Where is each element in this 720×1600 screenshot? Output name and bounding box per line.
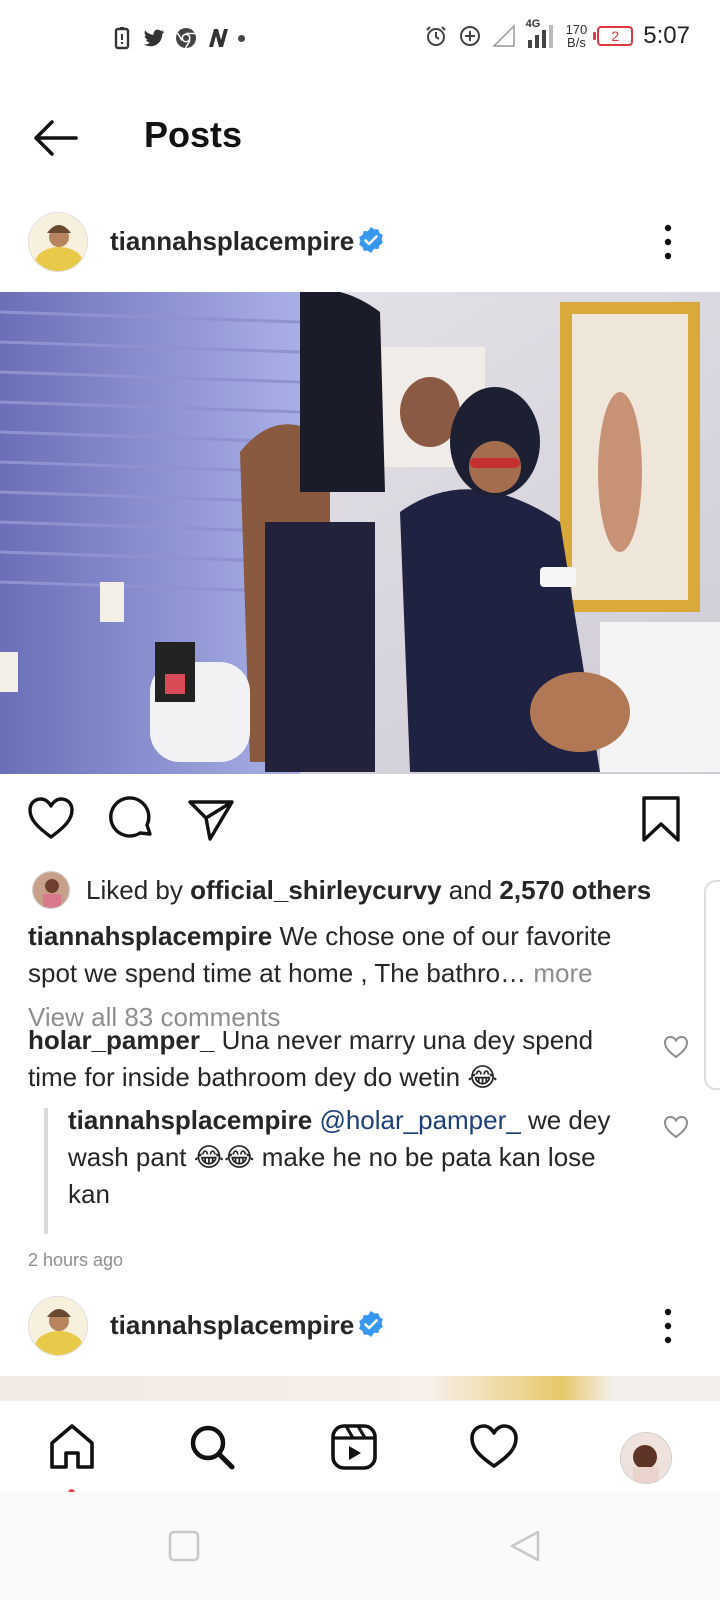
chrome-icon: [176, 28, 196, 49]
post-photo[interactable]: [0, 292, 720, 774]
avatar-image: [29, 1297, 87, 1355]
profile-avatar[interactable]: [620, 1432, 672, 1484]
save-bookmark-icon[interactable]: [636, 794, 686, 844]
net-speed: 170 B/s: [566, 23, 588, 49]
liked-by-and: and: [448, 874, 493, 905]
bottom-navigation: [0, 1400, 720, 1496]
next-post-header: tiannahsplacempire: [0, 1290, 720, 1362]
post-author-avatar[interactable]: [28, 212, 88, 272]
notification-dot: [238, 34, 245, 42]
status-left-icons: [110, 26, 245, 50]
back-triangle-icon[interactable]: [506, 1526, 546, 1566]
signal-empty-icon: [491, 24, 515, 47]
battery-saver-icon: [114, 27, 130, 50]
reply-like-heart-icon[interactable]: [663, 1114, 689, 1140]
post-header: tiannahsplacempire: [0, 206, 720, 278]
add-circle-icon: [459, 26, 480, 46]
page-title: Posts: [144, 114, 243, 155]
recent-apps-icon[interactable]: [164, 1526, 204, 1566]
signal-4g-icon: 4G: [526, 18, 556, 50]
more-options-icon[interactable]: [656, 1302, 680, 1350]
verified-badge-icon: [359, 1311, 383, 1337]
back-arrow-icon[interactable]: [30, 116, 80, 160]
liked-by-prefix: Liked by: [86, 874, 183, 905]
status-right-icons: 4G 170 B/s 2 5:07: [424, 18, 690, 50]
liker-avatar-image: [33, 872, 69, 908]
avatar-image: [29, 213, 87, 271]
edge-panel-handle[interactable]: [704, 880, 720, 1090]
reply-mention[interactable]: @holar_pamper_: [319, 1105, 520, 1135]
next-post-author-username[interactable]: tiannahsplacempire: [110, 1310, 354, 1341]
post-author-username[interactable]: tiannahsplacempire: [110, 226, 354, 257]
post-actions: [0, 790, 720, 850]
liked-by-user[interactable]: official_shirleycurvy: [190, 875, 441, 906]
system-navigation-bar: [0, 1492, 720, 1600]
caption-username[interactable]: tiannahsplacempire: [28, 921, 272, 951]
share-icon[interactable]: [186, 794, 236, 844]
reply-username[interactable]: tiannahsplacempire: [68, 1105, 312, 1135]
reply-item: tiannahsplacempire @holar_pamper_ we dey…: [68, 1102, 638, 1213]
post-caption: tiannahsplacempire We chose one of our f…: [28, 918, 648, 992]
twitter-icon: [144, 29, 165, 47]
status-bar: 4G 170 B/s 2 5:07: [0, 0, 720, 80]
profile-avatar-image: [621, 1433, 671, 1483]
liker-avatar: [32, 871, 70, 909]
comment-item: holar_pamper_ Una never marry una dey sp…: [28, 1022, 638, 1096]
comment-like-heart-icon[interactable]: [663, 1034, 689, 1060]
next-post-photo-edge[interactable]: [0, 1376, 720, 1400]
battery-low-icon: 2: [593, 26, 634, 46]
reply-thread-line: [44, 1108, 48, 1234]
post-timestamp: 2 hours ago: [28, 1250, 124, 1270]
liked-by-others[interactable]: 2,570 others: [499, 875, 651, 906]
top-bar: Posts: [0, 100, 720, 180]
comment-icon[interactable]: [106, 794, 156, 844]
verified-badge-icon: [359, 227, 383, 253]
post-photo-illustration: [0, 292, 720, 774]
comment-username[interactable]: holar_pamper_: [28, 1025, 214, 1055]
next-post-author-avatar[interactable]: [28, 1296, 88, 1356]
home-icon[interactable]: [46, 1421, 98, 1473]
caption-more-link[interactable]: more: [533, 958, 592, 988]
like-heart-icon[interactable]: [26, 794, 76, 844]
search-icon[interactable]: [186, 1421, 238, 1473]
more-options-icon[interactable]: [656, 218, 680, 266]
n-app-icon: [209, 29, 228, 47]
clock: 5:07: [643, 22, 690, 49]
battery-level: 2: [611, 28, 620, 44]
reels-icon[interactable]: [328, 1421, 380, 1473]
alarm-icon: [425, 26, 446, 46]
likes-summary[interactable]: Liked by official_shirleycurvy and 2,570…: [32, 870, 651, 910]
net-speed-unit: B/s: [567, 35, 586, 50]
signal-bars-icon: [527, 25, 553, 48]
activity-heart-icon[interactable]: [468, 1421, 520, 1473]
